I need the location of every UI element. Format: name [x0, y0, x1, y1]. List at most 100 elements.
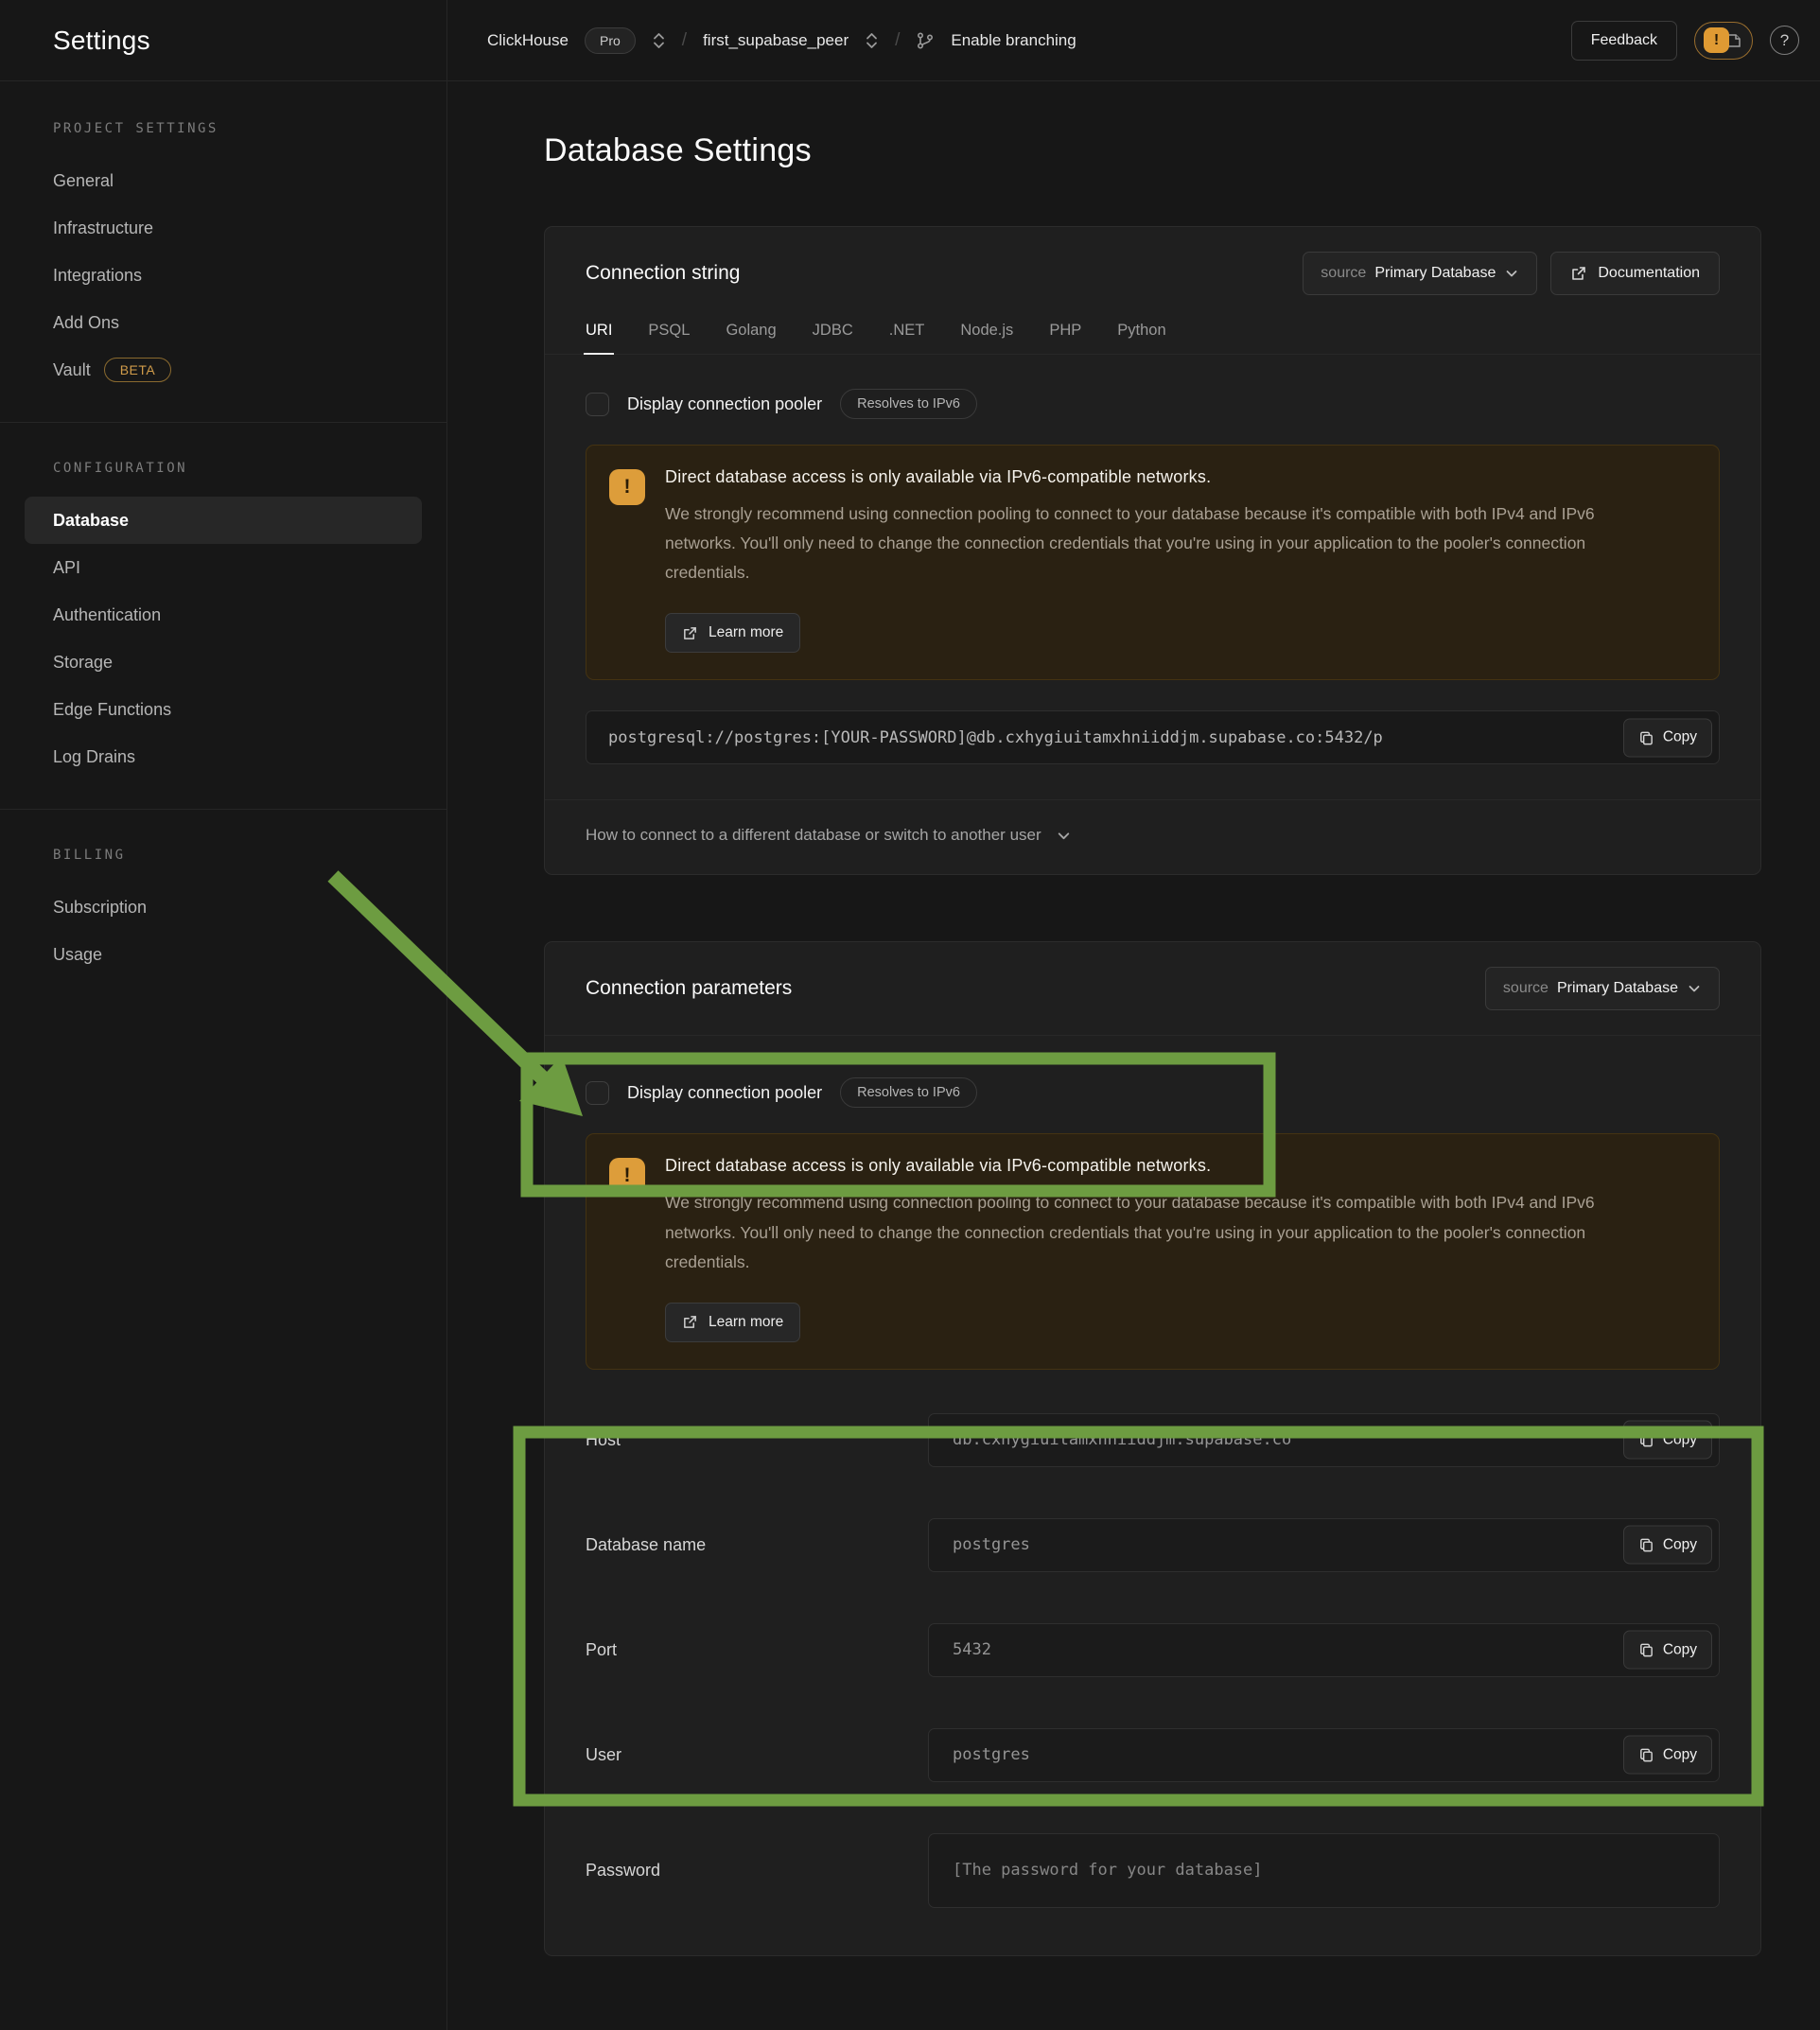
- git-branch-icon: [916, 31, 935, 50]
- port-input[interactable]: 5432: [928, 1623, 1720, 1677]
- database-name-field-row: Database name postgres Copy: [586, 1518, 1720, 1572]
- ipv6-warning-panel: ! Direct database access is only availab…: [586, 445, 1720, 680]
- copy-host-button[interactable]: Copy: [1623, 1421, 1712, 1460]
- chevron-down-icon: [1504, 266, 1519, 281]
- warning-title: Direct database access is only available…: [665, 1156, 1639, 1176]
- external-link-icon: [682, 625, 698, 641]
- host-field-row: Host db.cxhygiuitamxhniiddjm.supabase.co…: [586, 1413, 1720, 1467]
- copy-icon: [1638, 1642, 1654, 1658]
- chevron-down-icon: [1687, 981, 1702, 996]
- connection-string-card: Connection string source Primary Databas…: [544, 226, 1761, 875]
- sidebar-item-storage[interactable]: Storage: [25, 639, 422, 686]
- database-settings-title: Database Settings: [544, 132, 1761, 169]
- port-field-row: Port 5432 Copy: [586, 1623, 1720, 1677]
- copy-user-button[interactable]: Copy: [1623, 1736, 1712, 1775]
- copy-database-name-button[interactable]: Copy: [1623, 1526, 1712, 1565]
- warning-body: We strongly recommend using connection p…: [665, 499, 1639, 587]
- sidebar-divider: [0, 422, 446, 423]
- password-field-row: Password [The password for your database…: [586, 1833, 1720, 1908]
- external-link-icon: [682, 1314, 698, 1330]
- pooler-checkbox-label: Display connection pooler: [627, 1083, 822, 1103]
- host-label: Host: [586, 1430, 928, 1450]
- sidebar-item-vault[interactable]: Vault BETA: [25, 346, 422, 394]
- database-name-input[interactable]: postgres: [928, 1518, 1720, 1572]
- copy-port-button[interactable]: Copy: [1623, 1631, 1712, 1670]
- sidebar-item-database[interactable]: Database: [25, 497, 422, 544]
- source-select[interactable]: source Primary Database: [1303, 252, 1537, 295]
- enable-branching-button[interactable]: Enable branching: [951, 31, 1076, 50]
- user-field-row: User postgres Copy: [586, 1728, 1720, 1782]
- tab-golang[interactable]: Golang: [726, 322, 776, 354]
- feedback-button[interactable]: Feedback: [1571, 21, 1677, 61]
- connection-parameters-card: Connection parameters source Primary Dat…: [544, 941, 1761, 1955]
- page-title: Settings: [0, 0, 447, 80]
- sidebar-section-configuration: CONFIGURATION: [25, 461, 422, 476]
- display-connection-pooler-checkbox[interactable]: [586, 1081, 609, 1105]
- breadcrumb: ClickHouse Pro / first_supabase_peer / E…: [447, 0, 1571, 80]
- copy-connection-string-button[interactable]: Copy: [1623, 718, 1712, 757]
- connection-string-tabs: URI PSQL Golang JDBC .NET Node.js PHP Py…: [545, 322, 1760, 355]
- project-switcher-icon[interactable]: [865, 31, 879, 50]
- tab-dotnet[interactable]: .NET: [889, 322, 925, 354]
- tab-python[interactable]: Python: [1117, 322, 1165, 354]
- sidebar-item-edge-functions[interactable]: Edge Functions: [25, 686, 422, 733]
- password-label: Password: [586, 1861, 928, 1881]
- breadcrumb-separator: /: [895, 30, 900, 51]
- copy-icon: [1638, 1747, 1654, 1763]
- pooler-checkbox-label: Display connection pooler: [627, 394, 822, 414]
- source-select[interactable]: source Primary Database: [1485, 967, 1720, 1010]
- sidebar-item-add-ons[interactable]: Add Ons: [25, 299, 422, 346]
- port-label: Port: [586, 1640, 928, 1660]
- sidebar-item-usage[interactable]: Usage: [25, 931, 422, 978]
- sidebar-item-authentication[interactable]: Authentication: [25, 591, 422, 639]
- sidebar-section-billing: BILLING: [25, 848, 422, 863]
- display-connection-pooler-checkbox[interactable]: [586, 393, 609, 416]
- tab-uri[interactable]: URI: [586, 322, 612, 354]
- app-header: Settings ClickHouse Pro / first_supabase…: [0, 0, 1820, 81]
- connection-parameters-title: Connection parameters: [586, 977, 792, 1000]
- database-name-label: Database name: [586, 1535, 928, 1555]
- password-input[interactable]: [The password for your database]: [928, 1833, 1720, 1908]
- org-switcher-icon[interactable]: [652, 31, 666, 50]
- resolves-to-ipv6-badge: Resolves to IPv6: [840, 389, 977, 419]
- external-link-icon: [1570, 265, 1587, 282]
- resolves-to-ipv6-badge: Resolves to IPv6: [840, 1077, 977, 1108]
- connect-help-expander[interactable]: How to connect to a different database o…: [545, 799, 1760, 874]
- main-content: Database Settings Connection string sour…: [447, 81, 1820, 2030]
- tab-php[interactable]: PHP: [1049, 322, 1081, 354]
- warning-title: Direct database access is only available…: [665, 467, 1639, 487]
- learn-more-button[interactable]: Learn more: [665, 1303, 800, 1342]
- copy-icon: [1638, 729, 1654, 745]
- connection-string-input[interactable]: postgresql://postgres:[YOUR-PASSWORD]@db…: [586, 710, 1720, 764]
- ipv6-warning-panel: ! Direct database access is only availab…: [586, 1133, 1720, 1369]
- breadcrumb-separator: /: [682, 30, 687, 51]
- settings-sidebar: PROJECT SETTINGS General Infrastructure …: [0, 81, 447, 2030]
- sidebar-item-api[interactable]: API: [25, 544, 422, 591]
- warning-icon: !: [609, 469, 645, 505]
- sidebar-item-log-drains[interactable]: Log Drains: [25, 733, 422, 780]
- breadcrumb-org[interactable]: ClickHouse: [487, 31, 569, 50]
- alert-badge-icon: !: [1704, 27, 1729, 53]
- tab-jdbc[interactable]: JDBC: [813, 322, 853, 354]
- sidebar-section-project-settings: PROJECT SETTINGS: [25, 121, 422, 136]
- help-icon[interactable]: ?: [1770, 26, 1799, 55]
- user-label: User: [586, 1745, 928, 1765]
- learn-more-button[interactable]: Learn more: [665, 613, 800, 653]
- sidebar-item-general[interactable]: General: [25, 157, 422, 204]
- documentation-button[interactable]: Documentation: [1550, 252, 1720, 295]
- sidebar-item-infrastructure[interactable]: Infrastructure: [25, 204, 422, 252]
- tab-psql[interactable]: PSQL: [648, 322, 690, 354]
- account-avatar[interactable]: !: [1694, 22, 1753, 60]
- breadcrumb-project[interactable]: first_supabase_peer: [703, 31, 849, 50]
- sidebar-item-subscription[interactable]: Subscription: [25, 884, 422, 931]
- connection-string-title: Connection string: [586, 262, 740, 285]
- org-plan-badge: Pro: [585, 27, 636, 54]
- header-actions: Feedback ! ?: [1571, 0, 1820, 80]
- warning-body: We strongly recommend using connection p…: [665, 1188, 1639, 1276]
- sidebar-divider: [0, 809, 446, 810]
- tab-nodejs[interactable]: Node.js: [960, 322, 1013, 354]
- sidebar-item-integrations[interactable]: Integrations: [25, 252, 422, 299]
- user-input[interactable]: postgres: [928, 1728, 1720, 1782]
- beta-badge: BETA: [104, 358, 172, 382]
- host-input[interactable]: db.cxhygiuitamxhniiddjm.supabase.co: [928, 1413, 1720, 1467]
